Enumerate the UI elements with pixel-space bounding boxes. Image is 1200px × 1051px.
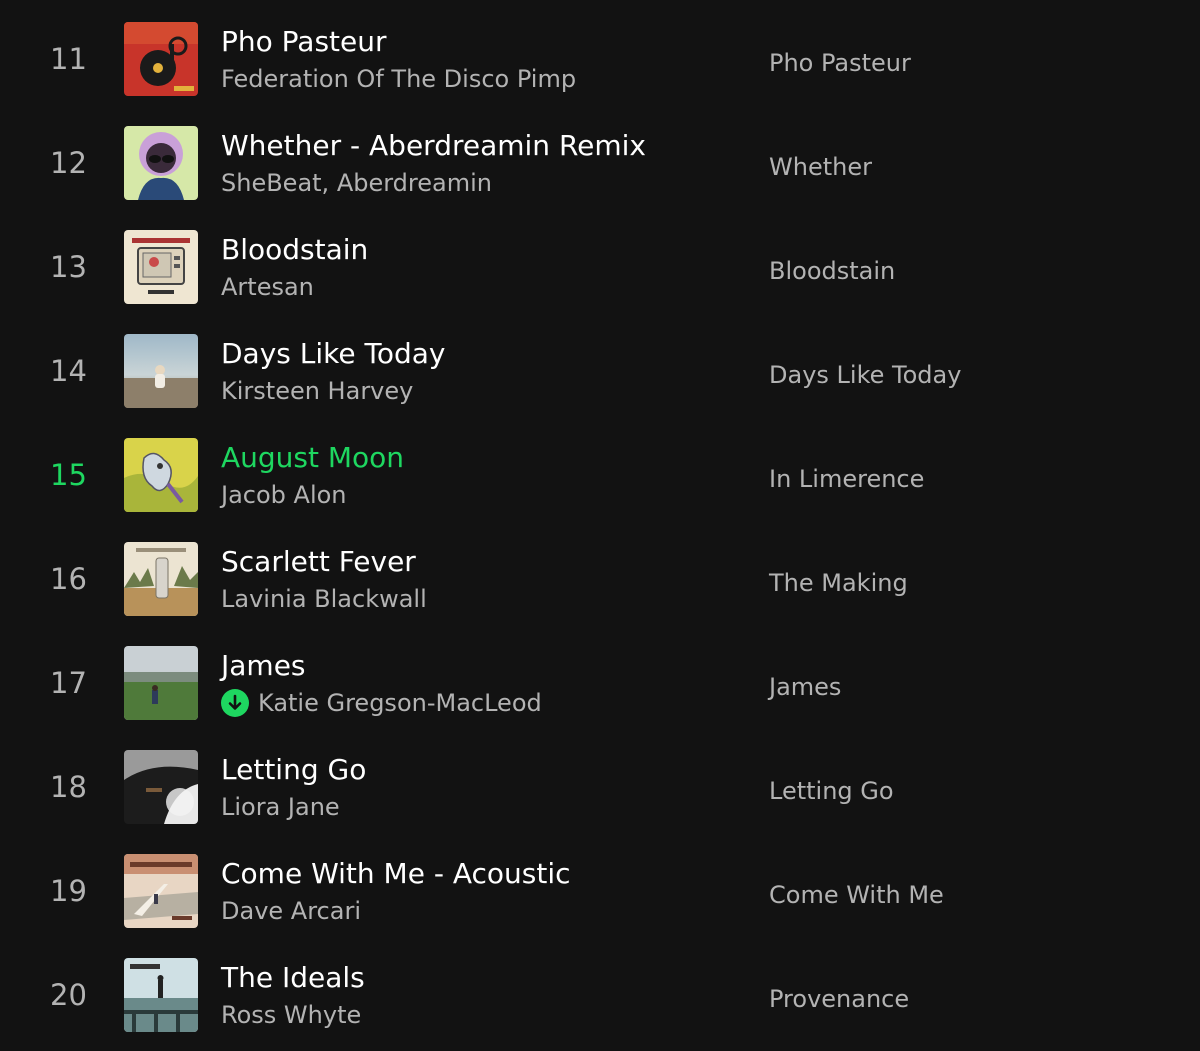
- track-album[interactable]: Days Like Today: [769, 360, 961, 390]
- track-title[interactable]: James: [221, 648, 306, 684]
- artist-link[interactable]: Liora Jane: [221, 792, 340, 822]
- track-number: 11: [50, 42, 87, 76]
- track-artist: Federation Of The Disco Pimp: [221, 64, 576, 94]
- track-album[interactable]: The Making: [769, 568, 908, 598]
- track-number: 18: [50, 770, 87, 804]
- track-album[interactable]: In Limerence: [769, 464, 924, 494]
- artist-link[interactable]: Artesan: [221, 272, 314, 302]
- track-artist: Jacob Alon: [221, 480, 347, 510]
- track-title[interactable]: Come With Me - Acoustic: [221, 856, 571, 892]
- artist-link[interactable]: SheBeat, Aberdreamin: [221, 168, 492, 198]
- track-title[interactable]: August Moon: [221, 440, 404, 476]
- track-title[interactable]: The Ideals: [221, 960, 365, 996]
- track-title[interactable]: Letting Go: [221, 752, 366, 788]
- track-number: 12: [50, 146, 87, 180]
- artist-link[interactable]: Federation Of The Disco Pimp: [221, 64, 576, 94]
- track-artist: Liora Jane: [221, 792, 340, 822]
- track-title[interactable]: Scarlett Fever: [221, 544, 416, 580]
- album-cover[interactable]: [124, 438, 198, 512]
- track-row-playing[interactable]: 15 August Moon Jacob Alon In Limerence: [0, 422, 1200, 526]
- track-row[interactable]: 13 Bloodstain Artesan Bloodstain: [0, 214, 1200, 318]
- track-title[interactable]: Bloodstain: [221, 232, 368, 268]
- track-artist: Katie Gregson-MacLeod: [221, 688, 542, 718]
- track-album[interactable]: Whether: [769, 152, 872, 182]
- track-number: 17: [50, 666, 87, 700]
- track-row[interactable]: 16 Scarlett Fever Lavinia Blackwall The …: [0, 526, 1200, 630]
- artist-link[interactable]: Lavinia Blackwall: [221, 584, 427, 614]
- downloaded-icon: [221, 689, 249, 717]
- track-album[interactable]: Come With Me: [769, 880, 944, 910]
- track-title[interactable]: Whether - Aberdreamin Remix: [221, 128, 646, 164]
- track-artist: Dave Arcari: [221, 896, 361, 926]
- track-row[interactable]: 18 Letting Go Liora Jane Letting Go: [0, 734, 1200, 838]
- track-artist: Kirsteen Harvey: [221, 376, 413, 406]
- track-artist: Artesan: [221, 272, 314, 302]
- album-cover[interactable]: [124, 958, 198, 1032]
- track-artist: SheBeat, Aberdreamin: [221, 168, 492, 198]
- track-artist: Ross Whyte: [221, 1000, 361, 1030]
- track-album[interactable]: Letting Go: [769, 776, 894, 806]
- album-cover[interactable]: [124, 334, 198, 408]
- album-cover[interactable]: [124, 854, 198, 928]
- track-title[interactable]: Days Like Today: [221, 336, 445, 372]
- album-cover[interactable]: [124, 22, 198, 96]
- track-title[interactable]: Pho Pasteur: [221, 24, 387, 60]
- artist-link[interactable]: Kirsteen Harvey: [221, 376, 413, 406]
- artist-link[interactable]: Dave Arcari: [221, 896, 361, 926]
- track-artist: Lavinia Blackwall: [221, 584, 427, 614]
- album-cover[interactable]: [124, 230, 198, 304]
- track-album[interactable]: Bloodstain: [769, 256, 895, 286]
- artist-link[interactable]: Katie Gregson-MacLeod: [258, 688, 542, 718]
- track-number: 14: [50, 354, 87, 388]
- album-cover[interactable]: [124, 542, 198, 616]
- track-number: 15: [50, 458, 87, 492]
- track-number: 16: [50, 562, 87, 596]
- artist-link[interactable]: Jacob Alon: [221, 480, 347, 510]
- track-album[interactable]: Provenance: [769, 984, 909, 1014]
- track-row[interactable]: 19 Come With Me - Acoustic Dave Arcari C…: [0, 838, 1200, 942]
- track-number: 20: [50, 978, 87, 1012]
- album-cover[interactable]: [124, 646, 198, 720]
- track-number: 13: [50, 250, 87, 284]
- artist-link[interactable]: Ross Whyte: [221, 1000, 361, 1030]
- track-row[interactable]: 20 The Ideals Ross Whyte Provenance: [0, 942, 1200, 1046]
- track-album[interactable]: James: [769, 672, 841, 702]
- album-cover[interactable]: [124, 126, 198, 200]
- track-album[interactable]: Pho Pasteur: [769, 48, 911, 78]
- track-row[interactable]: 12 Whether - Aberdreamin Remix SheBeat, …: [0, 110, 1200, 214]
- track-row[interactable]: 17 James Katie Gregson-MacLeod James: [0, 630, 1200, 734]
- album-cover[interactable]: [124, 750, 198, 824]
- track-number: 19: [50, 874, 87, 908]
- track-row[interactable]: 11 Pho Pasteur Federation Of The Disco P…: [0, 6, 1200, 110]
- tracklist: 11 Pho Pasteur Federation Of The Disco P…: [0, 0, 1200, 1051]
- track-row[interactable]: 14 Days Like Today Kirsteen Harvey Days …: [0, 318, 1200, 422]
